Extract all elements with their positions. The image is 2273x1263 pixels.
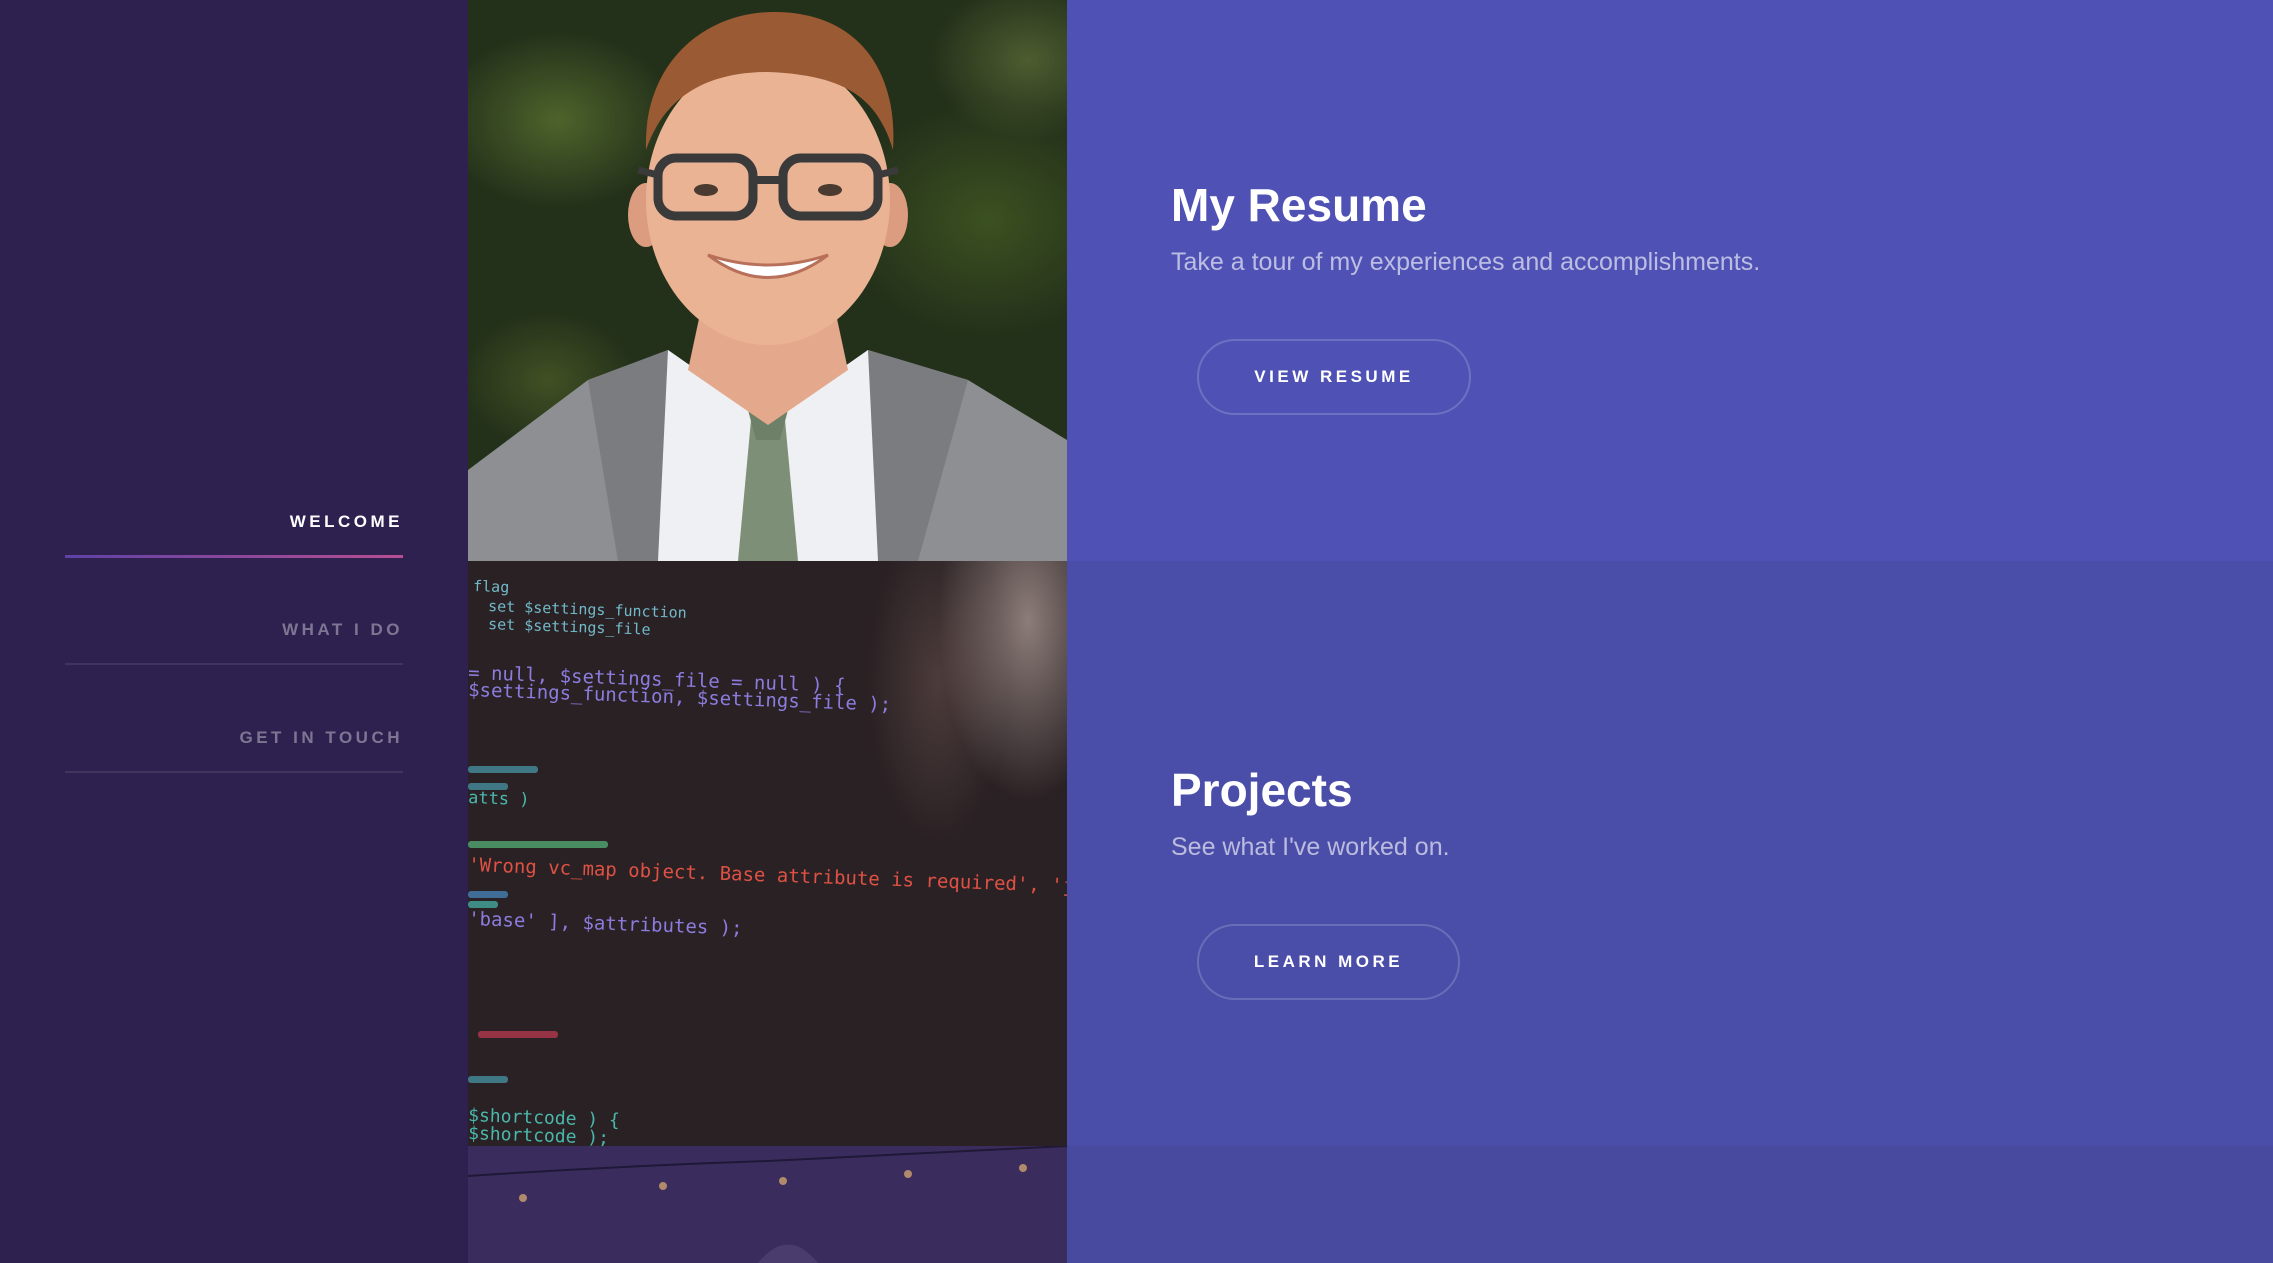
portrait-image bbox=[468, 0, 1067, 561]
code-line: 'Wrong vc_map object. Base attribute is … bbox=[468, 854, 1067, 902]
string-lights-image bbox=[468, 1146, 1067, 1263]
code-line: atts ) bbox=[468, 788, 530, 810]
spotlight-third bbox=[468, 1146, 2273, 1263]
code-fragment bbox=[468, 1076, 508, 1083]
resume-content: My Resume Take a tour of my experiences … bbox=[1067, 0, 2273, 561]
nav-divider bbox=[65, 771, 403, 773]
learn-more-button[interactable]: Learn More bbox=[1197, 924, 1460, 1000]
third-content bbox=[1067, 1146, 2273, 1263]
portrait-photo bbox=[468, 0, 1067, 561]
nav-item-label: Get in Touch bbox=[239, 728, 403, 747]
nav-item-label: Welcome bbox=[289, 512, 403, 531]
nav-item-label: What I Do bbox=[282, 620, 403, 639]
code-line: flag bbox=[473, 577, 510, 596]
code-image: flag set $settings_function set $settings_… bbox=[468, 561, 1067, 1146]
sidebar: Welcome What I Do Get in Touch bbox=[0, 0, 468, 1263]
code-fragment bbox=[478, 1031, 558, 1038]
resume-title: My Resume bbox=[1171, 179, 1427, 231]
code-fragment bbox=[468, 766, 538, 773]
code-illustration: flagset $settings_functionset $settings_… bbox=[468, 577, 1067, 1146]
resume-description: Take a tour of my experiences and accomp… bbox=[1171, 248, 1761, 276]
code-fragment bbox=[468, 841, 608, 848]
nav-item-welcome[interactable]: Welcome bbox=[65, 496, 403, 604]
nav-divider bbox=[65, 663, 403, 665]
nav-item-get-in-touch[interactable]: Get in Touch bbox=[65, 712, 403, 820]
portrait-illustration bbox=[468, 11, 1067, 561]
code-fragment bbox=[468, 891, 508, 898]
nav-active-indicator bbox=[65, 555, 403, 558]
code-line: $shortcode ); bbox=[468, 1123, 609, 1146]
nav-item-what-i-do[interactable]: What I Do bbox=[65, 604, 403, 712]
code-fragment bbox=[468, 783, 508, 790]
view-resume-button[interactable]: View Resume bbox=[1197, 339, 1471, 415]
string-lights-illustration bbox=[468, 1146, 1067, 1263]
code-photo: flag set $settings_function set $settings_… bbox=[468, 561, 1067, 1146]
page: Welcome What I Do Get in Touch bbox=[0, 0, 2273, 1263]
code-fragment bbox=[468, 901, 498, 908]
string-lights-photo bbox=[468, 1146, 1067, 1263]
projects-content: Projects See what I've worked on. Learn … bbox=[1067, 561, 2273, 1146]
spotlight-resume: My Resume Take a tour of my experiences … bbox=[468, 0, 2273, 561]
spotlight-projects: flag set $settings_function set $settings_… bbox=[468, 561, 2273, 1146]
projects-description: See what I've worked on. bbox=[1171, 833, 1450, 861]
projects-title: Projects bbox=[1171, 764, 1353, 816]
code-line: 'base' ], $attributes ); bbox=[468, 908, 743, 940]
sidebar-nav: Welcome What I Do Get in Touch bbox=[65, 496, 403, 820]
